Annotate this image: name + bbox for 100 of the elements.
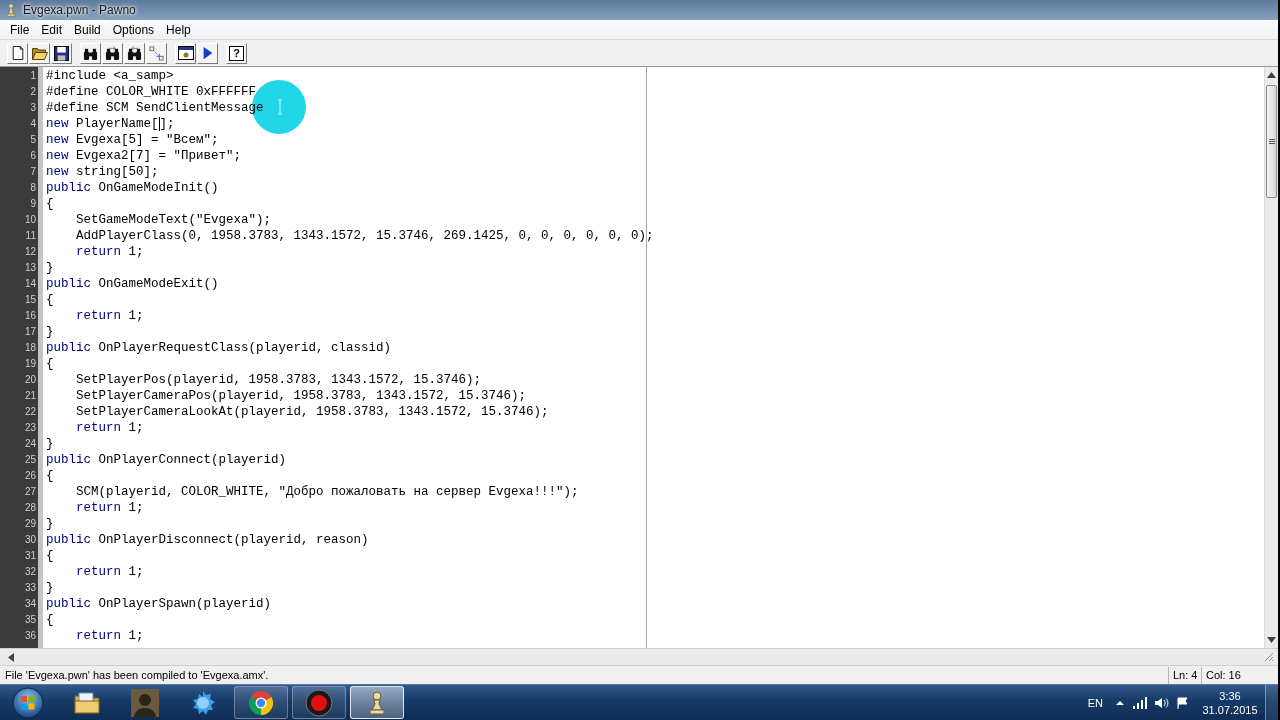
line-indicator: Ln: 4 [1168, 666, 1201, 684]
page-icon [10, 46, 25, 60]
code-line: #define COLOR_WHITE 0xFFFFFF [46, 84, 257, 100]
binoculars-arrow-icon [105, 45, 120, 61]
code-line: } [46, 436, 54, 452]
horizontal-scrollbar[interactable] [0, 648, 1278, 665]
line-number: 14 [24, 277, 37, 291]
compile-button[interactable] [175, 42, 196, 64]
line-number: 10 [24, 213, 37, 227]
find-next-button[interactable] [102, 42, 123, 64]
line-number: 22 [24, 405, 37, 419]
vertical-scrollbar[interactable] [1264, 67, 1278, 648]
code-line: SetPlayerCameraLookAt(playerid, 1958.3783, 1343.1572, 15.3746); [76, 404, 549, 420]
clock[interactable]: 3:36 31.07.2015 [1197, 688, 1263, 717]
line-number: 13 [24, 261, 37, 275]
browser-button[interactable] [234, 686, 288, 719]
line-number: 29 [24, 517, 37, 531]
signal-bars-icon[interactable] [1133, 696, 1147, 709]
code-line: { [46, 356, 54, 372]
binoculars-arrow-icon [127, 45, 142, 61]
line-number: 16 [24, 309, 37, 323]
line-number: 12 [24, 245, 37, 259]
code-line: SCM(playerid, COLOR_WHITE, "Добро пожаловать на сервер Evgexa!!!"); [76, 484, 579, 500]
code-line: public OnGameModeExit() [46, 276, 219, 292]
code-line: new string[50]; [46, 164, 159, 180]
line-number: 2 [30, 85, 37, 99]
go-to-button[interactable] [146, 42, 167, 64]
line-number: 35 [24, 613, 37, 627]
code-line: public OnPlayerSpawn(playerid) [46, 596, 272, 612]
code-line: public OnPlayerDisconnect(playerid, reason) [46, 532, 369, 548]
window-icon [177, 45, 194, 61]
line-number: 30 [24, 533, 37, 547]
line-number: 34 [24, 597, 37, 611]
menu-item[interactable]: Build [68, 21, 107, 38]
code-line: return 1; [76, 564, 144, 580]
start-orb-icon [12, 686, 44, 719]
code-line: } [46, 516, 54, 532]
line-number: 19 [24, 357, 37, 371]
code-line: return 1; [76, 628, 144, 644]
code-line: { [46, 196, 54, 212]
code-editor[interactable] [0, 67, 1278, 648]
window-title: Evgexa.pwn - Pawno [23, 3, 136, 17]
new-file-button[interactable] [7, 42, 28, 64]
line-number: 15 [24, 293, 37, 307]
open-file-button[interactable] [29, 42, 50, 64]
pawno-app-button[interactable] [350, 686, 404, 719]
code-line: public OnPlayerRequestClass(playerid, classid) [46, 340, 392, 356]
line-number: 6 [30, 149, 37, 163]
person-silhouette-icon [131, 688, 159, 717]
language-indicator[interactable]: EN [1087, 696, 1103, 709]
flag-icon[interactable] [1177, 696, 1189, 709]
scrollbar-thumb[interactable] [1266, 85, 1277, 198]
code-line: new Evgexa[5] = "Всем"; [46, 132, 219, 148]
menu-item[interactable]: Help [160, 21, 197, 38]
code-line: AddPlayerClass(0, 1958.3783, 1343.1572, 15.3746, 269.1425, 0, 0, 0, 0, 0, 0); [76, 228, 654, 244]
line-number: 27 [24, 485, 37, 499]
arrow-down-icon[interactable] [1267, 637, 1276, 643]
code-line: ]; [159, 116, 175, 132]
code-line: return 1; [76, 500, 144, 516]
code-line: return 1; [76, 308, 144, 324]
line-number: 1 [30, 69, 37, 83]
code-line: { [46, 612, 54, 628]
menu-item[interactable]: Edit [35, 21, 69, 38]
code-line: public OnGameModeInit() [46, 180, 219, 196]
line-number: 9 [30, 197, 37, 211]
line-number: 26 [24, 469, 37, 483]
replace-button[interactable] [124, 42, 145, 64]
menu-item[interactable]: Options [106, 21, 161, 38]
code-line: return 1; [76, 244, 144, 260]
code-line: public OnPlayerConnect(playerid) [46, 452, 287, 468]
save-button[interactable] [51, 42, 72, 64]
line-number: 3 [30, 101, 37, 115]
menu-item[interactable]: File [4, 21, 36, 38]
code-line: } [46, 260, 54, 276]
line-number: 25 [24, 453, 37, 467]
text-cursor-icon [158, 117, 160, 131]
show-desktop-button[interactable] [1265, 685, 1278, 720]
line-number: 8 [30, 181, 37, 195]
record-icon [305, 688, 333, 717]
help-button[interactable]: ? [226, 42, 247, 64]
arrow-left-icon[interactable] [8, 652, 14, 662]
line-number: 32 [24, 565, 37, 579]
recorder-button[interactable] [292, 686, 346, 719]
column-indicator: Col: 16 [1201, 666, 1278, 684]
resize-grip-icon[interactable] [1264, 652, 1274, 662]
code-line: { [46, 468, 54, 484]
code-line: SetPlayerCameraPos(playerid, 1958.3783, 1343.1572, 15.3746); [76, 388, 527, 404]
line-number: 5 [30, 133, 37, 147]
find-button[interactable] [80, 42, 101, 64]
line-number: 28 [24, 501, 37, 515]
grip-lines-icon [1268, 138, 1275, 145]
code-line: #include <a_samp> [46, 68, 174, 84]
speaker-icon[interactable] [1155, 696, 1169, 709]
run-button[interactable] [197, 42, 218, 64]
line-number: 21 [24, 389, 37, 403]
circle-logo-icon [247, 688, 275, 717]
dotted-arrow-icon [149, 45, 164, 61]
line-number: 31 [24, 549, 37, 563]
code-line: { [46, 548, 54, 564]
arrow-up-icon[interactable] [1267, 72, 1276, 78]
